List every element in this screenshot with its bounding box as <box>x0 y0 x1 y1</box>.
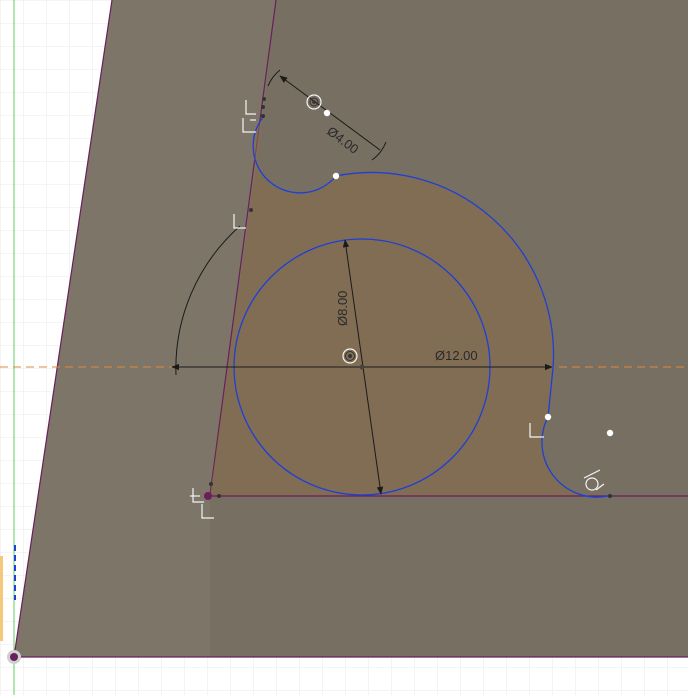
arc-endpoint[interactable] <box>544 413 552 421</box>
origin-highlight <box>0 556 3 641</box>
sketch-corner-point[interactable] <box>204 492 212 500</box>
origin-point[interactable] <box>7 650 21 664</box>
sketch-vertex[interactable] <box>261 105 265 109</box>
arc-endpoint[interactable] <box>323 109 331 117</box>
arc-endpoint[interactable] <box>606 429 614 437</box>
sketch-canvas[interactable]: Ø4.00 Ø8.00 Ø12.00 <box>0 0 688 695</box>
sketch-vertex[interactable] <box>261 114 265 118</box>
sketch-vertex[interactable] <box>249 208 253 212</box>
inner-circle-diameter-label: Ø8.00 <box>335 291 350 326</box>
arc-endpoint[interactable] <box>332 172 340 180</box>
sketch-vertex[interactable] <box>608 494 612 498</box>
sketch-vertex[interactable] <box>209 482 213 486</box>
outer-arc-diameter-label: Ø12.00 <box>435 348 478 363</box>
sketch-vertex[interactable] <box>262 97 266 101</box>
sketch-vertex[interactable] <box>217 494 221 498</box>
